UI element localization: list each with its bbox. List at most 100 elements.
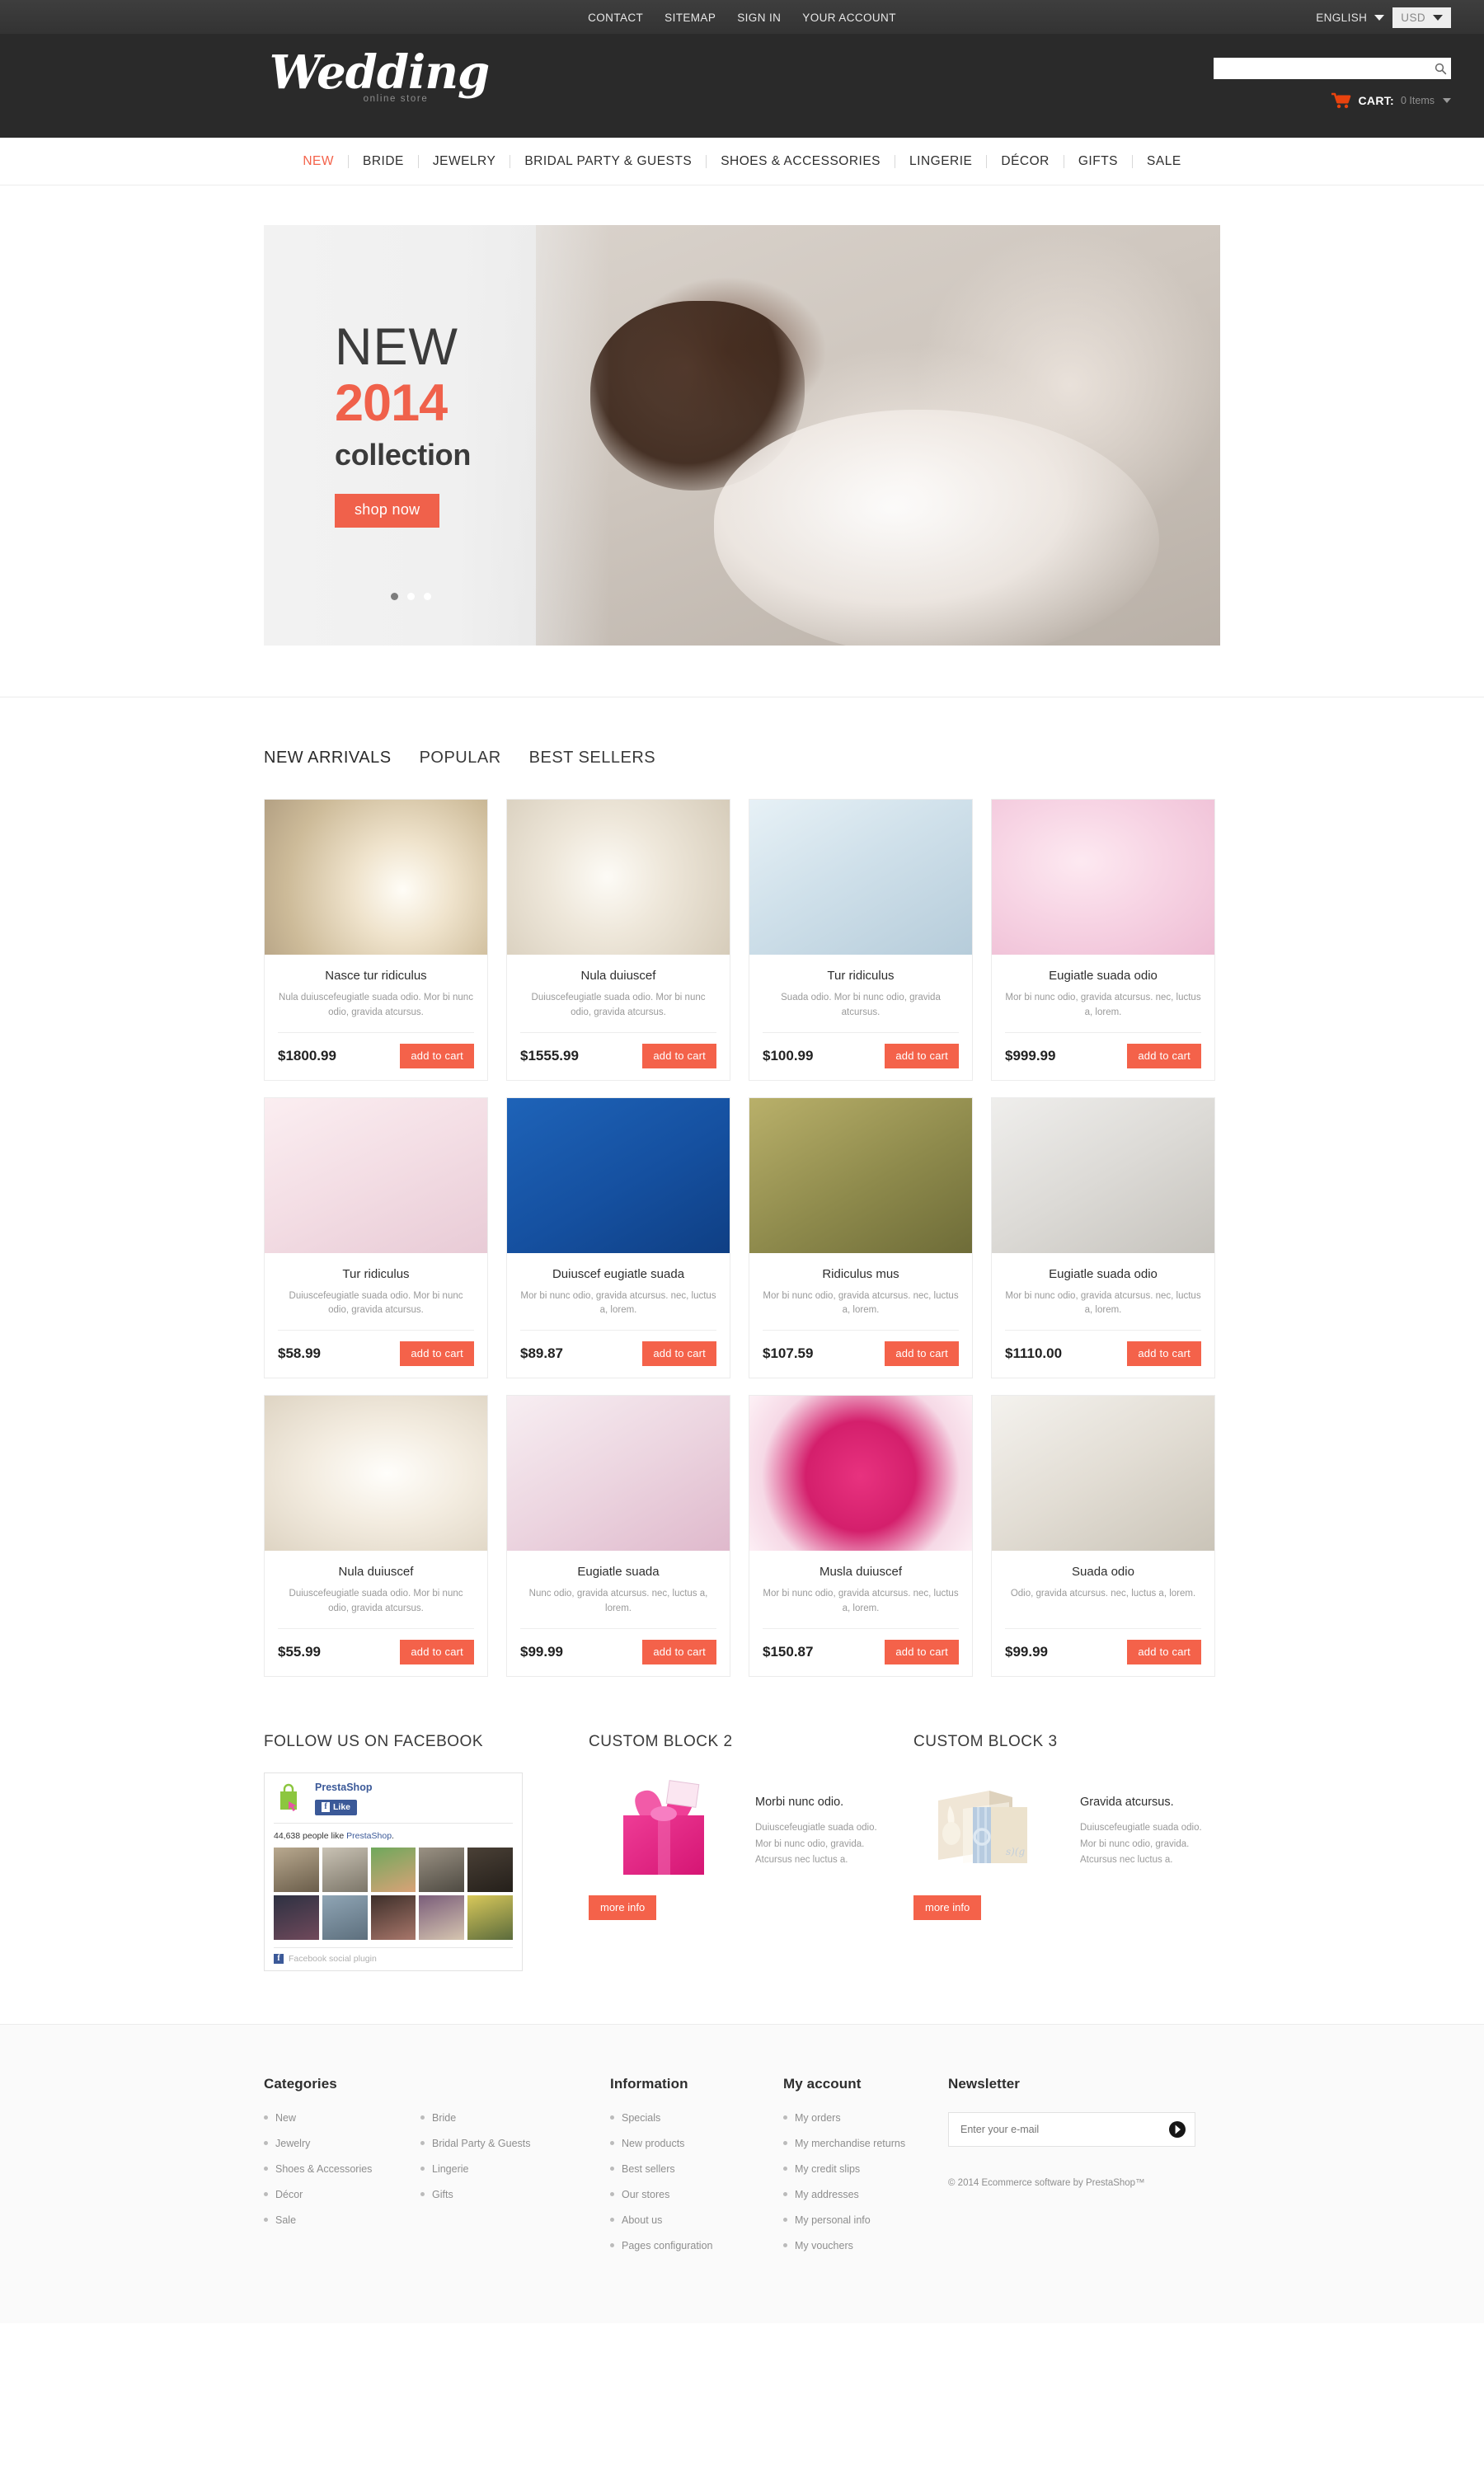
facebook-count-link[interactable]: PrestaShop xyxy=(346,1831,392,1841)
facebook-photo[interactable] xyxy=(370,1895,416,1940)
tab-new-arrivals[interactable]: NEW ARRIVALS xyxy=(264,749,392,771)
footer-category-item[interactable]: New xyxy=(264,2112,420,2124)
footer-information-item-link[interactable]: Specials xyxy=(622,2112,660,2124)
footer-information-item-link[interactable]: Our stores xyxy=(622,2189,669,2200)
footer-information-item[interactable]: About us xyxy=(610,2214,783,2226)
product-title[interactable]: Musla duiuscef xyxy=(763,1565,959,1580)
product-title[interactable]: Eugiatle suada xyxy=(520,1565,716,1580)
product-image[interactable] xyxy=(265,1396,487,1552)
product-card[interactable]: Suada odio Odio, gravida atcursus. nec, l… xyxy=(991,1395,1215,1677)
search-box[interactable] xyxy=(1214,58,1451,79)
nav-link-decor[interactable]: DÉCOR xyxy=(987,154,1063,169)
product-title[interactable]: Ridiculus mus xyxy=(763,1267,959,1282)
nav-item-new[interactable]: NEW xyxy=(289,154,348,169)
nav-item-lingerie[interactable]: LINGERIE xyxy=(895,154,986,169)
product-image[interactable] xyxy=(265,1097,487,1253)
footer-category-item[interactable]: Bride xyxy=(420,2112,577,2124)
footer-information-item[interactable]: Specials xyxy=(610,2112,783,2124)
product-card[interactable]: Musla duiuscef Mor bi nunc odio, gravida … xyxy=(749,1395,973,1677)
footer-information-item-link[interactable]: Best sellers xyxy=(622,2163,675,2175)
product-card[interactable]: Duiuscef eugiatle suada Mor bi nunc odio,… xyxy=(506,1096,730,1379)
add-to-cart-button[interactable]: add to cart xyxy=(400,1341,474,1367)
footer-account-item[interactable]: My merchandise returns xyxy=(783,2138,948,2149)
product-card[interactable]: Ridiculus mus Mor bi nunc odio, gravida a… xyxy=(749,1096,973,1379)
slider-dot-1[interactable] xyxy=(391,593,398,600)
footer-information-item[interactable]: Pages configuration xyxy=(610,2240,783,2251)
nav-link-bride[interactable]: BRIDE xyxy=(349,154,418,169)
footer-information-item[interactable]: Best sellers xyxy=(610,2163,783,2175)
newsletter-email-input[interactable] xyxy=(949,2112,1160,2146)
nav-item-bride[interactable]: BRIDE xyxy=(349,154,418,169)
product-card[interactable]: Nula duiuscef Duiuscefeugiatle suada odio… xyxy=(506,799,730,1081)
nav-item-decor[interactable]: DÉCOR xyxy=(987,154,1063,169)
nav-link-lingerie[interactable]: LINGERIE xyxy=(895,154,986,169)
newsletter-submit-button[interactable] xyxy=(1160,2113,1195,2146)
product-title[interactable]: Nula duiuscef xyxy=(520,969,716,984)
product-card[interactable]: Eugiatle suada Nunc odio, gravida atcursu… xyxy=(506,1395,730,1677)
search-input[interactable] xyxy=(1214,59,1430,78)
add-to-cart-button[interactable]: add to cart xyxy=(400,1639,474,1664)
add-to-cart-button[interactable]: add to cart xyxy=(885,1639,959,1664)
product-image[interactable] xyxy=(992,800,1214,955)
product-image[interactable] xyxy=(992,1097,1214,1253)
nav-item-bridal-party[interactable]: BRIDAL PARTY & GUESTS xyxy=(510,154,706,169)
footer-category-item-link[interactable]: Décor xyxy=(275,2189,303,2200)
product-title[interactable]: Tur ridiculus xyxy=(278,1267,474,1282)
facebook-photo[interactable] xyxy=(467,1895,513,1940)
product-image[interactable] xyxy=(265,800,487,955)
top-link-sign-in[interactable]: SIGN IN xyxy=(737,12,781,24)
footer-category-item-link[interactable]: Jewelry xyxy=(275,2138,310,2149)
top-link-your-account[interactable]: YOUR ACCOUNT xyxy=(802,12,896,24)
facebook-like-button[interactable]: f Like xyxy=(315,1799,358,1815)
footer-information-item-link[interactable]: New products xyxy=(622,2138,684,2149)
footer-information-item-link[interactable]: About us xyxy=(622,2214,662,2226)
footer-account-item-link[interactable]: My vouchers xyxy=(795,2240,853,2251)
newsletter-field[interactable] xyxy=(948,2111,1195,2147)
top-link-sitemap[interactable]: SITEMAP xyxy=(665,12,716,24)
footer-account-item-link[interactable]: My addresses xyxy=(795,2189,859,2200)
nav-link-jewelry[interactable]: JEWELRY xyxy=(419,154,510,169)
footer-account-item[interactable]: My orders xyxy=(783,2112,948,2124)
product-title[interactable]: Duiuscef eugiatle suada xyxy=(520,1267,716,1282)
nav-link-bridal-party[interactable]: BRIDAL PARTY & GUESTS xyxy=(510,154,706,169)
product-image[interactable] xyxy=(507,1097,730,1253)
product-card[interactable]: Tur ridiculus Duiuscefeugiatle suada odio… xyxy=(264,1096,488,1379)
nav-link-new[interactable]: NEW xyxy=(289,154,348,169)
footer-information-item[interactable]: Our stores xyxy=(610,2189,783,2200)
product-card[interactable]: Eugiatle suada odio Mor bi nunc odio, gra… xyxy=(991,799,1215,1081)
shop-now-button[interactable]: shop now xyxy=(335,493,440,528)
slider-dot-2[interactable] xyxy=(407,593,415,600)
footer-information-item[interactable]: New products xyxy=(610,2138,783,2149)
footer-category-item-link[interactable]: Bridal Party & Guests xyxy=(432,2138,531,2149)
product-title[interactable]: Nula duiuscef xyxy=(278,1565,474,1580)
facebook-photo[interactable] xyxy=(274,1847,319,1892)
footer-category-item-link[interactable]: Lingerie xyxy=(432,2163,468,2175)
footer-account-item-link[interactable]: My merchandise returns xyxy=(795,2138,905,2149)
footer-category-item[interactable]: Jewelry xyxy=(264,2138,420,2149)
footer-category-item[interactable]: Shoes & Accessories xyxy=(264,2163,420,2175)
product-title[interactable]: Nasce tur ridiculus xyxy=(278,969,474,984)
custom-block-3-more-info-button[interactable]: more info xyxy=(913,1895,982,1920)
product-title[interactable]: Suada odio xyxy=(1005,1565,1201,1580)
facebook-photo[interactable] xyxy=(322,1847,368,1892)
tab-best-sellers[interactable]: BEST SELLERS xyxy=(529,749,655,771)
tab-popular[interactable]: POPULAR xyxy=(420,749,501,771)
footer-account-item-link[interactable]: My orders xyxy=(795,2112,841,2124)
footer-account-item-link[interactable]: My credit slips xyxy=(795,2163,860,2175)
footer-account-item[interactable]: My personal info xyxy=(783,2214,948,2226)
footer-category-item[interactable]: Bridal Party & Guests xyxy=(420,2138,577,2149)
product-card[interactable]: Eugiatle suada odio Mor bi nunc odio, gra… xyxy=(991,1096,1215,1379)
footer-category-item[interactable]: Lingerie xyxy=(420,2163,577,2175)
nav-item-sale[interactable]: SALE xyxy=(1133,154,1195,169)
add-to-cart-button[interactable]: add to cart xyxy=(400,1043,474,1068)
footer-category-item-link[interactable]: Gifts xyxy=(432,2189,453,2200)
search-icon[interactable] xyxy=(1430,58,1451,79)
product-image[interactable] xyxy=(749,800,972,955)
product-card[interactable]: Nasce tur ridiculus Nula duiuscefeugiatle… xyxy=(264,799,488,1081)
add-to-cart-button[interactable]: add to cart xyxy=(1127,1639,1201,1664)
product-title[interactable]: Eugiatle suada odio xyxy=(1005,969,1201,984)
footer-category-item-link[interactable]: Sale xyxy=(275,2214,296,2226)
product-card[interactable]: Tur ridiculus Suada odio. Mor bi nunc odi… xyxy=(749,799,973,1081)
facebook-photo[interactable] xyxy=(419,1847,465,1892)
product-image[interactable] xyxy=(749,1097,972,1253)
